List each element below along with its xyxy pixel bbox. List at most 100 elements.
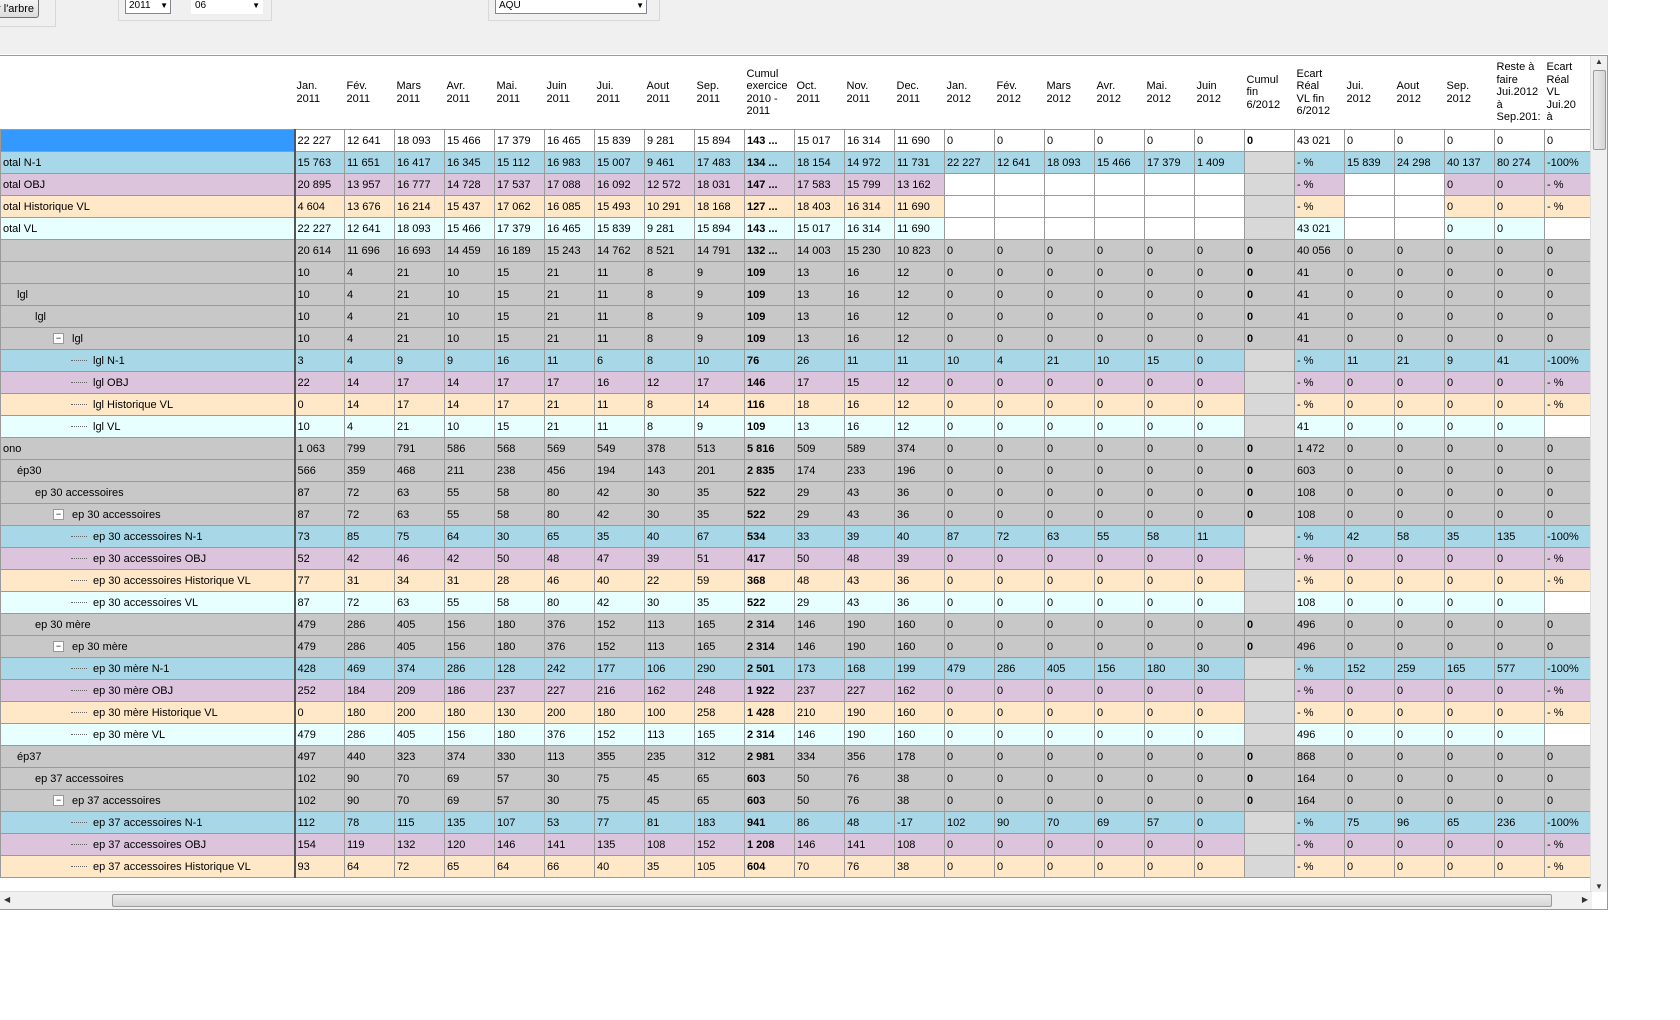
table-cell[interactable]: 0 [1494, 723, 1545, 746]
table-row[interactable]: ep 37 accessoires N-1 112 78 115 135 107 53 77 8… [0, 811, 1592, 834]
table-cell[interactable]: 42 [344, 547, 395, 570]
table-cell[interactable]: 0 [994, 371, 1045, 394]
table-cell[interactable]: 72 [344, 481, 395, 504]
table-row[interactable]: otal VL 22 227 12 641 18 093 15 466 17 379 16 … [0, 217, 1592, 240]
table-cell[interactable]: 173 [794, 657, 845, 680]
table-cell[interactable]: 0 [1194, 591, 1245, 614]
table-cell[interactable]: 16 465 [544, 129, 595, 152]
table-cell[interactable]: 0 [1344, 283, 1395, 306]
table-cell[interactable]: 12 572 [644, 173, 695, 196]
table-cell[interactable]: 0 [1394, 327, 1445, 350]
table-cell[interactable]: - % [1544, 701, 1592, 724]
table-cell[interactable]: 21 [544, 261, 595, 284]
table-cell[interactable]: 9 [694, 415, 745, 438]
table-cell[interactable]: 8 [644, 283, 695, 306]
table-cell[interactable] [1194, 217, 1245, 240]
table-cell[interactable]: 177 [594, 657, 645, 680]
table-cell[interactable]: 14 762 [594, 239, 645, 262]
region-select[interactable]: AQU ▼ [495, 0, 647, 14]
table-cell[interactable]: - % [1294, 833, 1345, 856]
table-cell[interactable]: 11 [1194, 525, 1245, 548]
table-cell[interactable]: 51 [694, 547, 745, 570]
table-cell[interactable]: 35 [694, 503, 745, 526]
table-cell[interactable]: 73 [294, 525, 345, 548]
table-cell[interactable]: 0 [1094, 283, 1145, 306]
table-cell[interactable]: 2 314 [744, 723, 795, 746]
table-cell[interactable]: 509 [794, 437, 845, 460]
table-cell[interactable]: 87 [294, 503, 345, 526]
table-cell[interactable]: 190 [844, 701, 895, 724]
table-cell[interactable]: 10 [294, 327, 345, 350]
minus-box-icon[interactable]: − [53, 509, 64, 521]
table-cell[interactable]: 1 063 [294, 437, 345, 460]
table-cell[interactable]: 0 [1244, 503, 1295, 526]
table-cell[interactable]: - % [1544, 371, 1592, 394]
table-cell[interactable]: 35 [1444, 525, 1495, 548]
table-cell[interactable] [1144, 195, 1195, 218]
table-cell[interactable]: 17 583 [794, 173, 845, 196]
table-cell[interactable]: 21 [394, 327, 445, 350]
row-label[interactable]: − lgl [0, 327, 296, 350]
table-cell[interactable]: 0 [944, 481, 995, 504]
table-cell[interactable]: 86 [794, 811, 845, 834]
table-cell[interactable]: 72 [344, 503, 395, 526]
table-cell[interactable]: 66 [544, 855, 595, 878]
table-cell[interactable]: 10 [444, 261, 495, 284]
table-cell[interactable]: 0 [1544, 789, 1592, 812]
table-cell[interactable]: 0 [1194, 349, 1245, 372]
table-cell[interactable]: 156 [444, 635, 495, 658]
table-cell[interactable]: 0 [1244, 635, 1295, 658]
table-cell[interactable]: 0 [1194, 371, 1245, 394]
table-cell[interactable]: 22 227 [294, 217, 345, 240]
table-cell[interactable]: 13 [794, 327, 845, 350]
column-header[interactable]: Mars 2012 [1044, 56, 1095, 130]
table-cell[interactable]: 16 314 [844, 217, 895, 240]
table-cell[interactable]: 8 [644, 261, 695, 284]
table-cell[interactable]: 417 [744, 547, 795, 570]
column-header[interactable]: Jui. 2011 [594, 56, 645, 130]
table-cell[interactable]: 0 [1394, 547, 1445, 570]
table-cell[interactable]: 76 [744, 349, 795, 372]
table-cell[interactable]: 90 [344, 767, 395, 790]
table-cell[interactable]: 45 [644, 789, 695, 812]
table-cell[interactable]: 15 [494, 415, 545, 438]
table-cell[interactable]: 0 [944, 283, 995, 306]
table-cell[interactable]: 16 092 [594, 173, 645, 196]
table-cell[interactable]: 0 [1394, 591, 1445, 614]
table-cell[interactable]: 76 [844, 855, 895, 878]
table-cell[interactable] [1044, 217, 1095, 240]
table-cell[interactable]: 15 839 [594, 129, 645, 152]
table-row[interactable]: otal OBJ 20 895 13 957 16 777 14 728 17 537 17… [0, 173, 1592, 196]
table-cell[interactable]: 0 [1144, 437, 1195, 460]
table-cell[interactable]: 469 [344, 657, 395, 680]
table-cell[interactable]: 42 [1344, 525, 1395, 548]
table-cell[interactable]: 0 [1094, 701, 1145, 724]
table-cell[interactable]: 0 [944, 261, 995, 284]
table-cell[interactable]: 0 [1244, 481, 1295, 504]
table-cell[interactable]: 0 [1544, 767, 1592, 790]
table-cell[interactable]: 4 [344, 305, 395, 328]
table-cell[interactable]: 40 137 [1444, 151, 1495, 174]
table-cell[interactable]: -100% [1544, 349, 1592, 372]
table-cell[interactable] [1244, 723, 1295, 746]
table-cell[interactable]: 0 [1044, 459, 1095, 482]
table-cell[interactable]: 100 [644, 701, 695, 724]
table-cell[interactable]: 0 [1344, 239, 1395, 262]
table-cell[interactable]: 63 [394, 503, 445, 526]
table-cell[interactable]: 112 [294, 811, 345, 834]
table-cell[interactable]: 0 [1544, 503, 1592, 526]
table-cell[interactable]: 0 [1344, 789, 1395, 812]
table-cell[interactable] [1244, 151, 1295, 174]
table-cell[interactable]: 0 [944, 569, 995, 592]
table-cell[interactable]: 10 [444, 327, 495, 350]
table-cell[interactable]: 0 [1194, 767, 1245, 790]
table-cell[interactable] [1394, 173, 1445, 196]
table-cell[interactable]: 13 [794, 305, 845, 328]
table-cell[interactable]: 109 [744, 283, 795, 306]
table-cell[interactable]: 0 [1444, 415, 1495, 438]
table-cell[interactable]: 0 [994, 415, 1045, 438]
table-cell[interactable]: 0 [294, 701, 345, 724]
table-cell[interactable]: 0 [1244, 239, 1295, 262]
table-cell[interactable]: 132 ... [744, 239, 795, 262]
table-cell[interactable]: 28 [494, 569, 545, 592]
